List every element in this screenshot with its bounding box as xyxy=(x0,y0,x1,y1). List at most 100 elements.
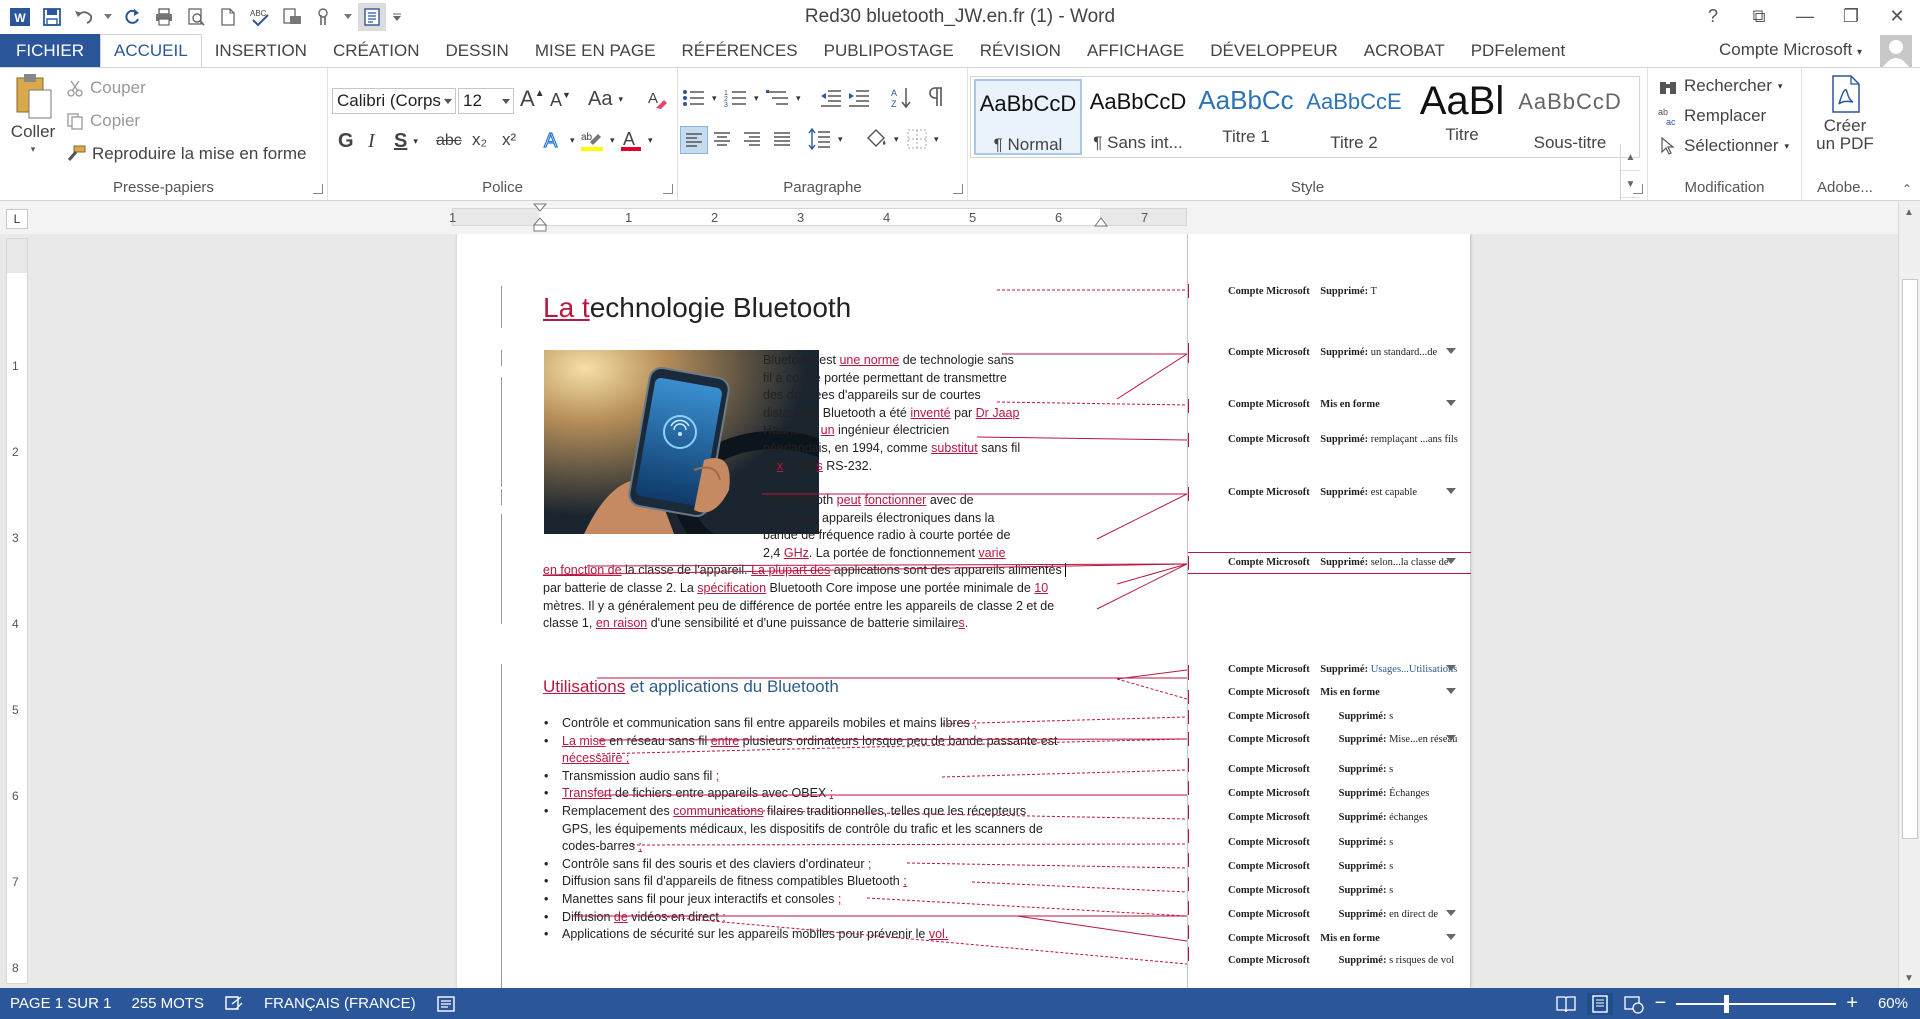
format-painter-button[interactable]: Reproduire la mise en forme xyxy=(66,144,306,164)
revision-balloon[interactable]: Compte Microsoft Supprimé: T xyxy=(1228,286,1377,297)
style-no-spacing[interactable]: AaBbCcD ¶ Sans int... xyxy=(1084,79,1192,155)
shading-button[interactable]: ▾ xyxy=(864,128,899,150)
tab-pdfelement[interactable]: PDFelement xyxy=(1458,34,1578,68)
borders-button[interactable]: ▾ xyxy=(906,128,939,150)
scroll-up-icon[interactable]: ▲ xyxy=(1904,207,1914,218)
zoom-out-icon[interactable]: − xyxy=(1655,992,1667,1015)
balloon-expand-icon[interactable] xyxy=(1446,558,1456,564)
maximize-button[interactable]: ❐ xyxy=(1828,0,1874,32)
tab-dessin[interactable]: DESSIN xyxy=(433,34,522,68)
sort-button[interactable]: AZ xyxy=(890,86,912,110)
tab-developpeur[interactable]: DÉVELOPPEUR xyxy=(1197,34,1351,68)
balloon-expand-icon[interactable] xyxy=(1446,688,1456,694)
scroll-thumb[interactable] xyxy=(1902,279,1918,839)
balloon-expand-icon[interactable] xyxy=(1446,488,1456,494)
word-app-icon[interactable]: W xyxy=(6,3,34,31)
numbering-button[interactable]: 1 2 3 ▾ xyxy=(724,88,759,108)
line-spacing-button[interactable]: ▾ xyxy=(808,128,843,150)
change-case-button[interactable]: Aa ▾ xyxy=(588,88,623,111)
justify-button[interactable] xyxy=(772,129,792,149)
balloon-expand-icon[interactable] xyxy=(1446,735,1456,741)
document-page[interactable]: La technologie Bluetooth Bluetooth est u… xyxy=(457,234,1187,988)
revision-balloon[interactable]: Compte Microsoft Mis en forme xyxy=(1228,399,1456,410)
revision-balloon[interactable]: Compte Microsoft Mis en forme xyxy=(1228,687,1456,698)
revision-balloon[interactable]: Compte Microsoft Supprimé: remplaçant ..… xyxy=(1228,434,1458,445)
zoom-slider[interactable] xyxy=(1676,994,1837,1013)
cut-button[interactable]: Couper xyxy=(66,78,146,98)
layout-icon[interactable] xyxy=(358,3,386,31)
print-layout-icon[interactable] xyxy=(1586,992,1613,1015)
print-setup-icon[interactable] xyxy=(278,3,306,31)
revision-balloon[interactable]: Compte Microsoft Supprimé: s xyxy=(1228,764,1393,775)
revision-balloon[interactable]: Compte Microsoft Supprimé: est capable xyxy=(1228,487,1456,498)
align-left-button[interactable] xyxy=(680,126,708,154)
align-right-button[interactable] xyxy=(742,129,762,149)
zoom-level[interactable]: 60% xyxy=(1868,995,1908,1012)
revision-balloon[interactable]: Compte Microsoft Supprimé: Usages...Util… xyxy=(1228,664,1457,675)
tab-publipostage[interactable]: PUBLIPOSTAGE xyxy=(811,34,967,68)
copy-button[interactable]: Copier xyxy=(66,111,140,131)
touch-mode-icon[interactable] xyxy=(310,3,338,31)
revision-balloon[interactable]: Compte Microsoft Supprimé: en direct de xyxy=(1228,909,1456,920)
styles-scroll-down-icon[interactable]: ▼ xyxy=(1621,171,1640,198)
tab-accueil[interactable]: ACCUEIL xyxy=(100,34,202,68)
undo-icon[interactable] xyxy=(70,3,98,31)
vertical-scrollbar[interactable]: ▲ ▼ xyxy=(1898,201,1920,988)
macro-status[interactable] xyxy=(426,995,466,1013)
font-family-combo[interactable]: Calibri (Corps xyxy=(332,88,456,114)
print-icon[interactable] xyxy=(150,3,178,31)
revision-balloon[interactable]: Compte Microsoft Supprimé: selon...la cl… xyxy=(1228,557,1456,568)
tab-insertion[interactable]: INSERTION xyxy=(202,34,320,68)
spelling-icon[interactable]: ABC xyxy=(246,3,274,31)
strikethrough-button[interactable]: abc xyxy=(436,132,462,150)
tab-selector-icon[interactable]: L xyxy=(6,209,28,229)
tab-references[interactable]: RÉFÉRENCES xyxy=(668,34,810,68)
styles-scroll-up-icon[interactable]: ▲ xyxy=(1621,144,1640,171)
font-launcher-icon[interactable] xyxy=(663,184,673,194)
new-document-icon[interactable] xyxy=(214,3,242,31)
balloon-expand-icon[interactable] xyxy=(1446,400,1456,406)
multilevel-list-button[interactable]: ▾ xyxy=(766,88,801,108)
customize-qat-icon[interactable] xyxy=(390,3,404,31)
revision-balloon[interactable]: Compte Microsoft Supprimé: s xyxy=(1228,837,1393,848)
clear-formatting-button[interactable]: A xyxy=(646,88,668,110)
style-heading-1[interactable]: AaBbCc Titre 1 xyxy=(1192,79,1300,155)
tab-fichier[interactable]: FICHIER xyxy=(0,34,100,68)
decrease-indent-button[interactable] xyxy=(820,88,842,108)
undo-dropdown-icon[interactable] xyxy=(102,3,114,31)
minimize-button[interactable]: — xyxy=(1782,0,1828,32)
redo-icon[interactable] xyxy=(118,3,146,31)
paste-button[interactable]: Coller ▾ xyxy=(8,72,58,155)
font-size-combo[interactable]: 12 xyxy=(458,88,514,114)
italic-button[interactable]: I xyxy=(368,130,375,153)
select-button[interactable]: Sélectionner ▾ xyxy=(1658,136,1789,156)
tab-mise-en-page[interactable]: MISE EN PAGE xyxy=(522,34,669,68)
revision-balloon[interactable]: Compte Microsoft Mis en forme xyxy=(1228,933,1456,944)
align-center-button[interactable] xyxy=(712,129,732,149)
save-icon[interactable] xyxy=(38,3,66,31)
find-button[interactable]: Rechercher ▾ xyxy=(1658,76,1782,96)
proofing-status[interactable] xyxy=(214,995,254,1013)
right-indent-marker-icon[interactable] xyxy=(1094,215,1108,227)
paragraph-launcher-icon[interactable] xyxy=(953,184,963,194)
highlight-button[interactable]: ab ▾ xyxy=(580,128,615,152)
zoom-in-icon[interactable]: + xyxy=(1846,992,1858,1015)
create-pdf-button[interactable]: Créer un PDF xyxy=(1810,74,1880,154)
revision-balloon[interactable]: Compte Microsoft Supprimé: Mise...en rés… xyxy=(1228,734,1457,745)
bold-button[interactable]: G xyxy=(338,130,354,153)
text-effects-button[interactable]: A ▾ xyxy=(542,128,574,152)
revision-balloon[interactable]: Compte Microsoft Supprimé: s xyxy=(1228,861,1393,872)
language-status[interactable]: FRANÇAIS (FRANCE) xyxy=(254,995,426,1012)
tab-revision[interactable]: RÉVISION xyxy=(967,34,1074,68)
horizontal-ruler[interactable]: 1 1 2 3 4 5 6 7 xyxy=(449,203,1187,232)
avatar[interactable] xyxy=(1880,35,1912,67)
balloon-expand-icon[interactable] xyxy=(1446,910,1456,916)
revision-balloon[interactable]: Compte Microsoft Supprimé: s xyxy=(1228,711,1393,722)
increase-indent-button[interactable] xyxy=(848,88,870,108)
replace-button[interactable]: ab ac Remplacer xyxy=(1658,106,1766,126)
shrink-font-button[interactable]: A ▼ xyxy=(550,90,571,111)
font-color-button[interactable]: A ▾ xyxy=(620,128,653,152)
tab-acrobat[interactable]: ACROBAT xyxy=(1351,34,1458,68)
style-normal[interactable]: AaBbCcD ¶ Normal xyxy=(974,79,1082,155)
web-layout-icon[interactable] xyxy=(1623,994,1645,1014)
